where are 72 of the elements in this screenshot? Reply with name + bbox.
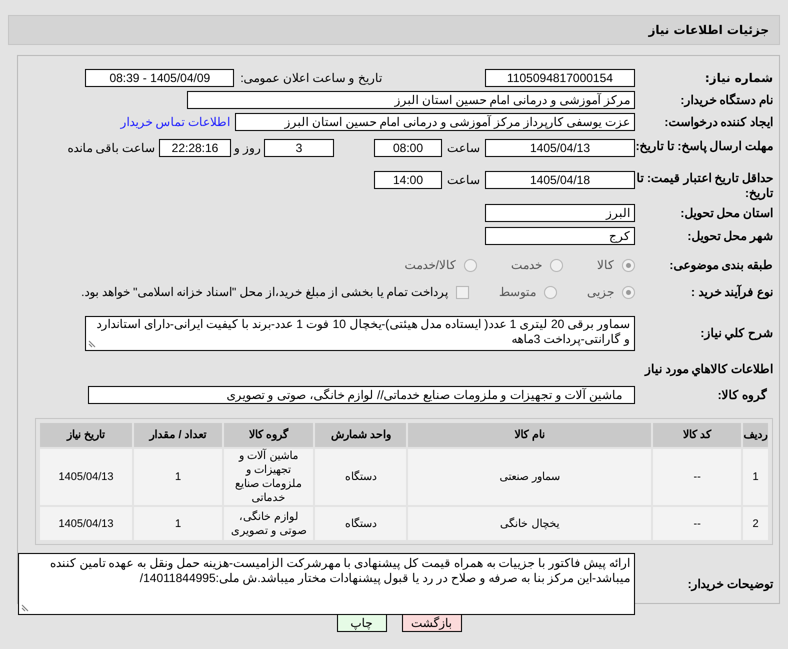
column-header: تعداد / مقدار [134, 423, 222, 447]
field-label: ساعت باقی مانده [67, 140, 155, 157]
table-cell: ماشین آلات و تجهیزات و ملزومات صنایع خدماتی [224, 449, 314, 505]
field-label: روز و [232, 140, 262, 157]
field-label: مهلت ارسال پاسخ: تا تاریخ: [635, 139, 773, 154]
radio-label: کالا/خدمت [404, 257, 456, 274]
text-field[interactable]: 3 [264, 139, 334, 157]
table-cell: دستگاه [315, 449, 406, 505]
table-cell: یخچال خانگی [408, 507, 652, 540]
radio-button[interactable] [550, 258, 563, 272]
page-title: جزئیات اطلاعات نیاز [648, 22, 769, 39]
text-field[interactable]: 1405/04/09 - 08:39 [85, 69, 234, 87]
section-heading: اطلاعات کالاهاي مورد نياز [644, 362, 773, 376]
countdown-field[interactable]: 22:28:16 [159, 139, 231, 157]
table-cell: -- [653, 507, 742, 540]
text-field[interactable]: ماشین آلات و تجهیزات و ملزومات صنایع خدماتی// لوازم خانگی، صوتی و تصویری [88, 386, 635, 404]
table-cell: سماور صنعتی [408, 449, 652, 505]
field-label: شرح کلي نياز: [699, 326, 773, 340]
radio-label: جزیی [587, 284, 614, 301]
description-textarea[interactable]: سماور برقی 20 لیتری 1 عدد( ایستاده مدل هیئتی)-یخچال 10 فوت 1 عدد-برند با کیفیت ایرانی-دارای استاندارد و گارانتی-پرداخت 3ماهه [85, 316, 635, 350]
table-cell: 1405/04/13 [40, 507, 132, 540]
text-field[interactable]: 1105094817000154 [485, 69, 635, 87]
radio-button[interactable] [464, 258, 477, 272]
buyer-contact-link[interactable]: اطلاعات تماس خریدار [120, 113, 230, 131]
column-header: واحد شمارش [315, 423, 406, 447]
payment-note: پرداخت تمام یا بخشی از مبلغ خرید،از محل "اسناد خزانه اسلامی" خواهد بود. [81, 284, 448, 301]
description-text: سماور برقی 20 لیتری 1 عدد( ایستاده مدل هیئتی)-یخچال 10 فوت 1 عدد-برند با کیفیت ایرانی-دارای استاندارد و گارانتی-پرداخت 3ماهه [96, 316, 630, 346]
column-header: تاریخ نیاز [40, 423, 132, 447]
field-label: گروه کالا: [716, 388, 768, 402]
field-label: شماره نیاز: [704, 70, 773, 86]
field-label: طبقه بندی موضوعی: [668, 258, 773, 272]
table-cell: 1 [743, 449, 768, 505]
table-cell: 1 [134, 449, 222, 505]
table-cell: لوازم خانگی، صوتی و تصویری [224, 507, 314, 540]
field-label: حداقل تاریخ اعتبار قیمت: تا تاریخ: [636, 171, 773, 201]
checkbox[interactable] [456, 286, 469, 298]
text-field[interactable]: عزت یوسفی کارپرداز مرکز آموزشی و درمانی امام حسین استان البرز [235, 113, 635, 131]
radio-button[interactable] [622, 286, 635, 298]
text-field[interactable]: 1405/04/13 [485, 139, 635, 157]
resize-grip-icon[interactable] [88, 340, 96, 348]
text-field[interactable]: کرج [485, 227, 635, 245]
buyer-notes-text: ارائه پیش فاکتور با جزییات به همراه قیمت کل پیشنهادی با مهرشرکت الزامیست-هزینه حمل ونقل به عهده تامین کننده میباشد-این مرکز بنا به صرفه و صلاح در رد یا قبول پیشنهادات مختار میباشد.ش ملی:14011844995/ [50, 556, 630, 585]
field-label: نام دستگاه خریدار: [679, 92, 773, 108]
field-label: توضیحات خریدار: [686, 576, 773, 592]
field-label: استان محل تحویل: [679, 206, 773, 220]
radio-button[interactable] [622, 258, 635, 272]
field-label: ساعت [446, 172, 481, 189]
radio-label: متوسط [499, 284, 536, 301]
radio-label: خدمت [511, 257, 542, 274]
text-field[interactable]: البرز [485, 204, 635, 222]
field-label: شهر محل تحویل: [686, 228, 773, 244]
table-cell: -- [653, 449, 742, 505]
text-field[interactable]: مرکز آموزشی و درمانی امام حسین استان البرز [187, 91, 635, 109]
buyer-notes-textarea[interactable]: ارائه پیش فاکتور با جزییات به همراه قیمت کل پیشنهادی با مهرشرکت الزامیست-هزینه حمل ونقل به عهده تامین کننده میباشد-این مرکز بنا به صرفه و صلاح در رد یا قبول پیشنهادات مختار میباشد.ش ملی:14011844995/ [18, 553, 635, 615]
field-label: تاریخ و ساعت اعلان عمومی: [240, 70, 382, 87]
field-label: ساعت [446, 140, 481, 157]
field-label: ایجاد کننده درخواست: [663, 114, 773, 130]
field-label: نوع فرآیند خرید : [690, 284, 773, 300]
radio-label: کالا [597, 257, 614, 274]
column-header: نام کالا [408, 423, 652, 447]
table-cell: 1 [134, 507, 222, 540]
table-cell: 1405/04/13 [40, 449, 132, 505]
text-field[interactable]: 14:00 [374, 171, 442, 189]
column-header: ردیف [743, 423, 768, 447]
text-field[interactable]: 08:00 [374, 139, 442, 157]
text-field[interactable]: 1405/04/18 [485, 171, 635, 189]
table-cell: دستگاه [315, 507, 406, 540]
column-header: کد کالا [653, 423, 742, 447]
table-cell: 2 [743, 507, 768, 540]
radio-button[interactable] [544, 286, 557, 298]
resize-grip-icon[interactable] [21, 604, 29, 612]
column-header: گروه کالا [224, 423, 314, 447]
